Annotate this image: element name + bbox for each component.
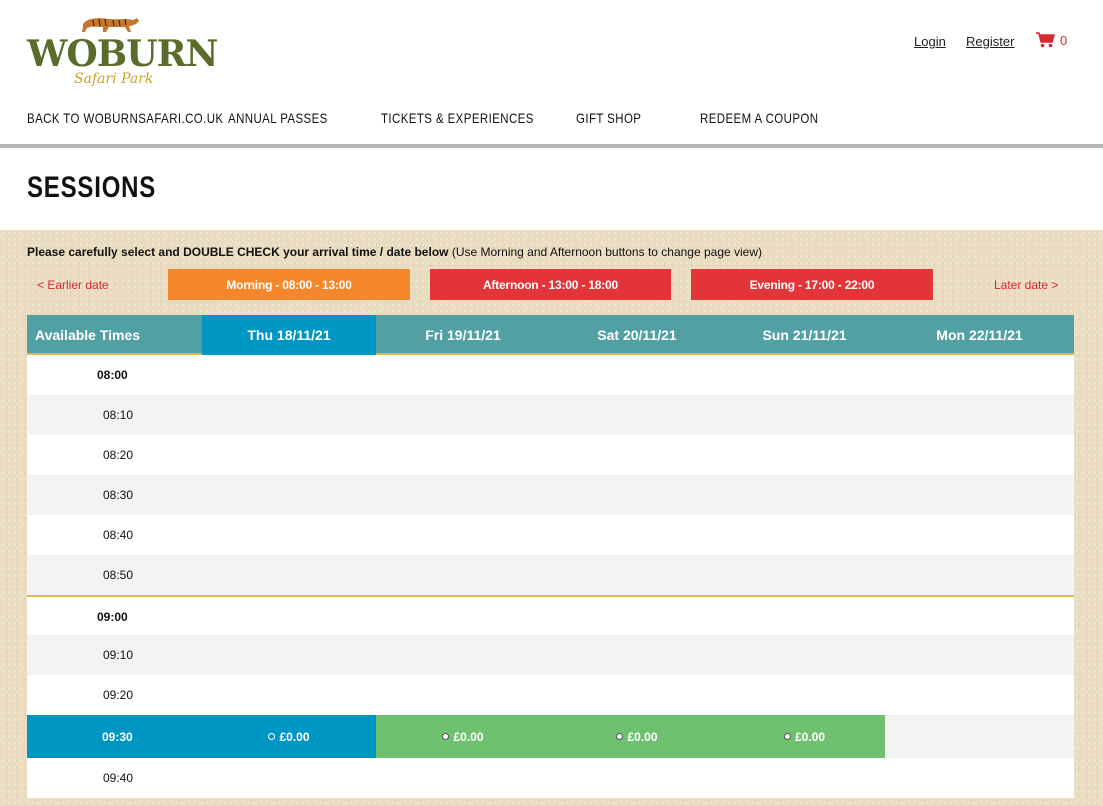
table-row: 08:40 bbox=[27, 515, 1074, 555]
radio-icon[interactable] bbox=[268, 733, 276, 740]
page-title: SESSIONS bbox=[27, 171, 157, 204]
day-header-mon[interactable]: Mon 22/11/21 bbox=[885, 315, 1074, 355]
slot-price: £0.00 bbox=[627, 729, 658, 744]
table-row: 08:10 bbox=[27, 395, 1074, 435]
register-link[interactable]: Register bbox=[966, 34, 1014, 49]
radio-icon[interactable] bbox=[783, 733, 791, 740]
slot-mon-unavailable bbox=[885, 715, 1074, 758]
time-label: 09:40 bbox=[103, 771, 134, 785]
radio-icon[interactable] bbox=[616, 733, 624, 740]
woburn-logo[interactable]: WOBURN Safari Park bbox=[27, 12, 218, 88]
available-times-header: Available Times bbox=[35, 327, 141, 343]
table-row: 08:20 bbox=[27, 435, 1074, 475]
time-label: 09:10 bbox=[103, 648, 134, 662]
logo-wordmark: WOBURN bbox=[27, 33, 218, 75]
morning-button[interactable]: Morning - 08:00 - 13:00 bbox=[168, 269, 410, 300]
available-slot-row: 09:30 £0.00 £0.00 £0.00 £0.00 bbox=[27, 715, 1074, 758]
title-band: SESSIONS bbox=[0, 148, 1103, 230]
day-header-sat[interactable]: Sat 20/11/21 bbox=[550, 315, 724, 355]
sessions-panel: Please carefully select and DOUBLE CHECK… bbox=[0, 230, 1103, 806]
shopping-cart-icon bbox=[1036, 32, 1055, 48]
table-row: 09:10 bbox=[27, 635, 1074, 675]
instructions-normal: (Use Morning and Afternoon buttons to ch… bbox=[448, 245, 763, 259]
afternoon-button[interactable]: Afternoon - 13:00 - 18:00 bbox=[430, 269, 671, 300]
time-label: 08:50 bbox=[103, 568, 134, 582]
logo-subtitle: Safari Park bbox=[74, 71, 154, 87]
cart-count: 0 bbox=[1060, 32, 1068, 48]
nav-redeem-coupon[interactable]: REDEEM A COUPON bbox=[700, 108, 818, 128]
slot-price: £0.00 bbox=[453, 729, 484, 744]
time-label: 09:00 bbox=[97, 610, 128, 624]
tiger-icon bbox=[82, 18, 139, 32]
nav-annual-passes[interactable]: ANNUAL PASSES bbox=[228, 108, 328, 128]
radio-icon[interactable] bbox=[442, 733, 450, 740]
time-label: 08:10 bbox=[103, 408, 134, 422]
cart-button[interactable]: 0 bbox=[1036, 32, 1067, 48]
nav-back-to-site[interactable]: BACK TO WOBURNSAFARI.CO.UK bbox=[27, 108, 224, 128]
table-header: Available Times Thu 18/11/21 Fri 19/11/2… bbox=[27, 315, 1074, 355]
slot-thu[interactable]: £0.00 bbox=[202, 715, 376, 758]
nav-gift-shop[interactable]: GIFT SHOP bbox=[576, 108, 641, 128]
slot-fri[interactable]: £0.00 bbox=[376, 715, 550, 758]
table-row: 08:50 bbox=[27, 555, 1074, 595]
slot-price: £0.00 bbox=[794, 729, 826, 744]
sessions-table: Available Times Thu 18/11/21 Fri 19/11/2… bbox=[27, 315, 1074, 798]
slot-price: £0.00 bbox=[279, 729, 310, 744]
evening-button[interactable]: Evening - 17:00 - 22:00 bbox=[691, 269, 933, 300]
time-label: 08:40 bbox=[103, 528, 134, 542]
time-label: 08:30 bbox=[103, 488, 134, 502]
table-row: 08:30 bbox=[27, 475, 1074, 515]
time-label: 09:20 bbox=[103, 688, 134, 702]
earlier-date-link[interactable]: < Earlier date bbox=[37, 278, 109, 292]
day-header-sun[interactable]: Sun 21/11/21 bbox=[724, 315, 885, 355]
main-nav: BACK TO WOBURNSAFARI.CO.UK ANNUAL PASSES… bbox=[0, 108, 1103, 130]
instructions-text: Please carefully select and DOUBLE CHECK… bbox=[27, 245, 762, 259]
time-label: 08:20 bbox=[103, 448, 134, 462]
time-label: 08:00 bbox=[97, 368, 128, 382]
table-row: 09:40 bbox=[27, 758, 1074, 798]
slot-sun[interactable]: £0.00 bbox=[724, 715, 885, 758]
later-date-link[interactable]: Later date > bbox=[994, 278, 1058, 292]
slot-sat[interactable]: £0.00 bbox=[550, 715, 724, 758]
instructions-bold: Please carefully select and DOUBLE CHECK… bbox=[27, 245, 449, 259]
table-row: 08:00 bbox=[27, 355, 1074, 395]
nav-tickets-experiences[interactable]: TICKETS & EXPERIENCES bbox=[381, 108, 534, 128]
day-header-fri[interactable]: Fri 19/11/21 bbox=[376, 315, 550, 355]
table-row: 09:00 bbox=[27, 595, 1074, 635]
table-row: 09:20 bbox=[27, 675, 1074, 715]
site-header: WOBURN Safari Park Login Register 0 BACK… bbox=[0, 0, 1103, 145]
slot-time-label: 09:30 bbox=[27, 715, 202, 758]
day-header-thu[interactable]: Thu 18/11/21 bbox=[202, 315, 376, 355]
login-link[interactable]: Login bbox=[914, 34, 946, 49]
